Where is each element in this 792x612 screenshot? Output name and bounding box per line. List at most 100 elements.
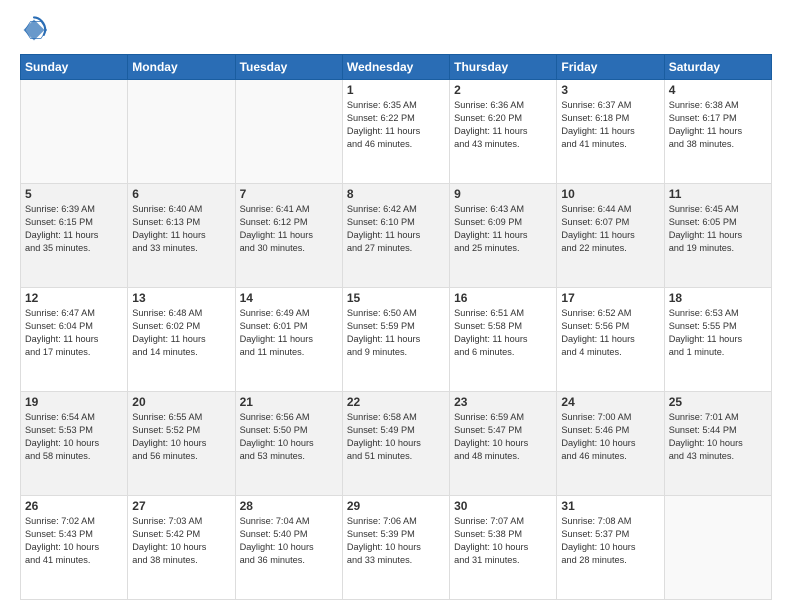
day-info: Sunrise: 6:47 AM Sunset: 6:04 PM Dayligh… [25,307,123,359]
calendar-cell: 27 Sunrise: 7:03 AM Sunset: 5:42 PM Dayli… [128,496,235,600]
day-info: Sunrise: 7:00 AM Sunset: 5:46 PM Dayligh… [561,411,659,463]
day-number: 14 [240,291,338,305]
day-info: Sunrise: 7:03 AM Sunset: 5:42 PM Dayligh… [132,515,230,567]
day-number: 27 [132,499,230,513]
calendar-cell: 11Sunrise: 6:45 AM Sunset: 6:05 PM Dayli… [664,184,771,288]
day-number: 2 [454,83,552,97]
day-info: Sunrise: 7:06 AM Sunset: 5:39 PM Dayligh… [347,515,445,567]
day-info: Sunrise: 6:41 AM Sunset: 6:12 PM Dayligh… [240,203,338,255]
weekday-header-sunday: Sunday [21,55,128,80]
calendar-cell [235,80,342,184]
calendar-cell: 7 Sunrise: 6:41 AM Sunset: 6:12 PM Daylig… [235,184,342,288]
calendar-cell: 10 Sunrise: 6:44 AM Sunset: 6:07 PM Dayli… [557,184,664,288]
day-number: 30 [454,499,552,513]
day-info: Sunrise: 6:50 AM Sunset: 5:59 PM Dayligh… [347,307,445,359]
calendar-cell: 17Sunrise: 6:52 AM Sunset: 5:56 PM Dayli… [557,288,664,392]
day-number: 18 [669,291,767,305]
day-info: Sunrise: 6:55 AM Sunset: 5:52 PM Dayligh… [132,411,230,463]
calendar-cell: 22 Sunrise: 6:58 AM Sunset: 5:49 PM Dayli… [342,392,449,496]
day-number: 19 [25,395,123,409]
day-info: Sunrise: 6:37 AM Sunset: 6:18 PM Dayligh… [561,99,659,151]
week-row-0: 1 Sunrise: 6:35 AM Sunset: 6:22 PM Daylig… [21,80,772,184]
day-info: Sunrise: 7:07 AM Sunset: 5:38 PM Dayligh… [454,515,552,567]
day-number: 22 [347,395,445,409]
calendar-cell: 2 Sunrise: 6:36 AM Sunset: 6:20 PM Daylig… [450,80,557,184]
header [20,16,772,44]
day-info: Sunrise: 6:51 AM Sunset: 5:58 PM Dayligh… [454,307,552,359]
day-info: Sunrise: 6:58 AM Sunset: 5:49 PM Dayligh… [347,411,445,463]
day-number: 26 [25,499,123,513]
weekday-header-thursday: Thursday [450,55,557,80]
day-info: Sunrise: 6:45 AM Sunset: 6:05 PM Dayligh… [669,203,767,255]
day-number: 24 [561,395,659,409]
day-info: Sunrise: 6:39 AM Sunset: 6:15 PM Dayligh… [25,203,123,255]
day-info: Sunrise: 7:01 AM Sunset: 5:44 PM Dayligh… [669,411,767,463]
weekday-header-monday: Monday [128,55,235,80]
day-number: 10 [561,187,659,201]
day-info: Sunrise: 6:42 AM Sunset: 6:10 PM Dayligh… [347,203,445,255]
day-info: Sunrise: 7:08 AM Sunset: 5:37 PM Dayligh… [561,515,659,567]
day-number: 16 [454,291,552,305]
day-number: 7 [240,187,338,201]
calendar-cell: 19 Sunrise: 6:54 AM Sunset: 5:53 PM Dayli… [21,392,128,496]
day-number: 4 [669,83,767,97]
logo-icon [20,16,48,44]
day-number: 9 [454,187,552,201]
day-info: Sunrise: 6:35 AM Sunset: 6:22 PM Dayligh… [347,99,445,151]
calendar-table: SundayMondayTuesdayWednesdayThursdayFrid… [20,54,772,600]
day-number: 29 [347,499,445,513]
day-info: Sunrise: 6:36 AM Sunset: 6:20 PM Dayligh… [454,99,552,151]
day-number: 20 [132,395,230,409]
day-number: 23 [454,395,552,409]
calendar-cell: 3 Sunrise: 6:37 AM Sunset: 6:18 PM Daylig… [557,80,664,184]
calendar-cell: 1 Sunrise: 6:35 AM Sunset: 6:22 PM Daylig… [342,80,449,184]
week-row-2: 12Sunrise: 6:47 AM Sunset: 6:04 PM Dayli… [21,288,772,392]
calendar-cell: 31 Sunrise: 7:08 AM Sunset: 5:37 PM Dayli… [557,496,664,600]
day-info: Sunrise: 6:40 AM Sunset: 6:13 PM Dayligh… [132,203,230,255]
day-number: 15 [347,291,445,305]
day-number: 1 [347,83,445,97]
calendar-cell: 26 Sunrise: 7:02 AM Sunset: 5:43 PM Dayli… [21,496,128,600]
day-number: 21 [240,395,338,409]
day-info: Sunrise: 6:38 AM Sunset: 6:17 PM Dayligh… [669,99,767,151]
calendar-cell: 13 Sunrise: 6:48 AM Sunset: 6:02 PM Dayli… [128,288,235,392]
day-info: Sunrise: 7:02 AM Sunset: 5:43 PM Dayligh… [25,515,123,567]
weekday-header-row: SundayMondayTuesdayWednesdayThursdayFrid… [21,55,772,80]
day-info: Sunrise: 6:53 AM Sunset: 5:55 PM Dayligh… [669,307,767,359]
day-number: 13 [132,291,230,305]
day-number: 5 [25,187,123,201]
day-info: Sunrise: 6:44 AM Sunset: 6:07 PM Dayligh… [561,203,659,255]
calendar-cell: 16 Sunrise: 6:51 AM Sunset: 5:58 PM Dayli… [450,288,557,392]
day-info: Sunrise: 6:59 AM Sunset: 5:47 PM Dayligh… [454,411,552,463]
calendar-cell: 8 Sunrise: 6:42 AM Sunset: 6:10 PM Daylig… [342,184,449,288]
calendar-cell: 30 Sunrise: 7:07 AM Sunset: 5:38 PM Dayli… [450,496,557,600]
calendar-cell: 25Sunrise: 7:01 AM Sunset: 5:44 PM Dayli… [664,392,771,496]
day-number: 28 [240,499,338,513]
day-number: 6 [132,187,230,201]
calendar-cell: 6 Sunrise: 6:40 AM Sunset: 6:13 PM Daylig… [128,184,235,288]
calendar-cell [21,80,128,184]
calendar-cell: 24 Sunrise: 7:00 AM Sunset: 5:46 PM Dayli… [557,392,664,496]
week-row-3: 19 Sunrise: 6:54 AM Sunset: 5:53 PM Dayli… [21,392,772,496]
day-info: Sunrise: 6:49 AM Sunset: 6:01 PM Dayligh… [240,307,338,359]
day-number: 3 [561,83,659,97]
calendar-cell [664,496,771,600]
day-info: Sunrise: 7:04 AM Sunset: 5:40 PM Dayligh… [240,515,338,567]
day-info: Sunrise: 6:48 AM Sunset: 6:02 PM Dayligh… [132,307,230,359]
weekday-header-saturday: Saturday [664,55,771,80]
page: SundayMondayTuesdayWednesdayThursdayFrid… [0,0,792,612]
weekday-header-friday: Friday [557,55,664,80]
calendar-cell: 21 Sunrise: 6:56 AM Sunset: 5:50 PM Dayli… [235,392,342,496]
weekday-header-tuesday: Tuesday [235,55,342,80]
calendar-cell: 15 Sunrise: 6:50 AM Sunset: 5:59 PM Dayli… [342,288,449,392]
week-row-4: 26 Sunrise: 7:02 AM Sunset: 5:43 PM Dayli… [21,496,772,600]
day-info: Sunrise: 6:56 AM Sunset: 5:50 PM Dayligh… [240,411,338,463]
day-number: 31 [561,499,659,513]
day-info: Sunrise: 6:54 AM Sunset: 5:53 PM Dayligh… [25,411,123,463]
calendar-cell [128,80,235,184]
day-info: Sunrise: 6:52 AM Sunset: 5:56 PM Dayligh… [561,307,659,359]
day-number: 8 [347,187,445,201]
logo [20,16,52,44]
calendar-cell: 18 Sunrise: 6:53 AM Sunset: 5:55 PM Dayli… [664,288,771,392]
calendar-cell: 14 Sunrise: 6:49 AM Sunset: 6:01 PM Dayli… [235,288,342,392]
